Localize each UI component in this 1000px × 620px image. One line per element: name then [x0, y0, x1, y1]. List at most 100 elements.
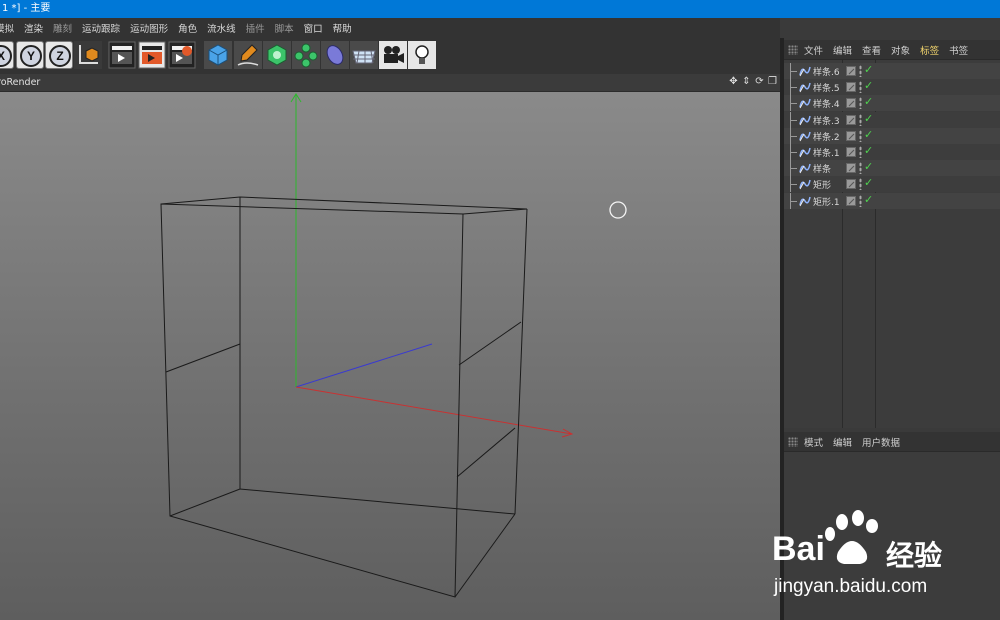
- enabled-check-icon[interactable]: ✓: [864, 193, 873, 206]
- enabled-check-icon[interactable]: ✓: [864, 95, 873, 108]
- object-name: 样条.2: [813, 132, 840, 143]
- visibility-dots-icon[interactable]: [859, 129, 862, 142]
- tab-view[interactable]: 查看: [862, 43, 881, 57]
- enabled-check-icon[interactable]: ✓: [864, 176, 873, 189]
- cursor-circle-icon: [609, 201, 627, 219]
- layer-flag-icon[interactable]: [846, 98, 856, 109]
- watermark-brand-right: 经验: [886, 540, 943, 571]
- visibility-dots-icon[interactable]: [859, 81, 862, 94]
- attribute-manager-tabs: 模式 编辑 用户数据: [784, 432, 1000, 452]
- render-view-icon[interactable]: [108, 41, 136, 69]
- tab-tags[interactable]: 标签: [920, 43, 939, 57]
- spline-icon: [799, 66, 811, 77]
- window-title: 1 *] - 主要: [2, 3, 51, 14]
- cube-icon[interactable]: [204, 41, 232, 69]
- cloner-icon[interactable]: [292, 41, 320, 69]
- visibility-dots-icon[interactable]: [859, 65, 862, 77]
- object-name: 样条.5: [813, 84, 840, 95]
- spline-icon: [799, 83, 811, 93]
- object-row[interactable]: 矩形.1 ✓: [784, 192, 1000, 209]
- visibility-dots-icon[interactable]: [859, 146, 862, 158]
- enabled-check-icon[interactable]: ✓: [864, 128, 873, 141]
- layer-flag-icon[interactable]: [846, 179, 856, 190]
- panel-grip-icon[interactable]: [788, 436, 798, 447]
- y-axis-label: Y: [20, 45, 42, 67]
- x-axis-lock-icon[interactable]: X: [0, 41, 14, 69]
- baidu-watermark: Bai 经验 jingyan.baidu.com: [768, 508, 1000, 620]
- object-row[interactable]: 样条.6 ✓: [784, 63, 1000, 79]
- menu-item-sculpt[interactable]: 雕刻: [53, 21, 72, 35]
- enabled-check-icon[interactable]: ✓: [864, 144, 873, 157]
- x-axis-line: [295, 386, 573, 435]
- spline-icon: [799, 196, 811, 206]
- tab-attr-edit[interactable]: 编辑: [833, 435, 852, 449]
- camera-icon[interactable]: [379, 41, 407, 69]
- layer-flag-icon[interactable]: [846, 195, 856, 206]
- z-axis-lock-icon[interactable]: Z: [45, 41, 73, 69]
- floor-grid-icon[interactable]: [350, 41, 378, 69]
- z-axis-line: [295, 343, 433, 388]
- menu-item-script[interactable]: 脚本: [275, 21, 294, 35]
- object-row[interactable]: 样条.5 ✓: [784, 79, 1000, 96]
- visibility-dots-icon[interactable]: [859, 97, 862, 110]
- viewport-3d[interactable]: [0, 92, 780, 620]
- layer-flag-icon[interactable]: [846, 130, 856, 141]
- object-row[interactable]: 样条.2 ✓: [784, 127, 1000, 144]
- visibility-dots-icon[interactable]: [859, 178, 862, 191]
- spline-icon: [799, 180, 811, 190]
- y-axis-lock-icon[interactable]: Y: [16, 41, 44, 69]
- coordinate-system-icon[interactable]: [74, 41, 102, 69]
- tab-user-data[interactable]: 用户数据: [862, 435, 900, 449]
- visibility-dots-icon[interactable]: [859, 113, 862, 126]
- menu-item-pipeline[interactable]: 流水线: [207, 21, 236, 35]
- move-view-icon[interactable]: ✥: [728, 76, 739, 87]
- spline-icon: [799, 164, 811, 174]
- main-toolbar: X Y Z: [0, 38, 780, 74]
- menu-item-character[interactable]: 角色: [178, 21, 197, 35]
- panel-grip-icon[interactable]: [788, 44, 798, 55]
- tab-bookmarks[interactable]: 书签: [949, 43, 968, 57]
- watermark-url: jingyan.baidu.com: [774, 576, 928, 597]
- visibility-dots-icon[interactable]: [859, 162, 862, 175]
- visibility-dots-icon[interactable]: [859, 194, 862, 207]
- layer-flag-icon[interactable]: [846, 163, 856, 174]
- tab-edit[interactable]: 编辑: [833, 43, 852, 57]
- menu-item-plugins[interactable]: 插件: [246, 21, 265, 35]
- tab-mode[interactable]: 模式: [804, 435, 823, 449]
- scale-view-icon[interactable]: ⇕: [741, 76, 752, 87]
- subdivision-icon[interactable]: [263, 41, 291, 69]
- object-name: 样条.1: [813, 149, 840, 159]
- maximize-view-icon[interactable]: ❐: [767, 76, 778, 87]
- wireframe-splines: [160, 196, 528, 598]
- menu-item-motion-tracking[interactable]: 运动跟踪: [82, 21, 120, 35]
- layer-flag-icon[interactable]: [846, 82, 856, 93]
- rotate-view-icon[interactable]: ⟳: [754, 76, 765, 87]
- render-picture-viewer-icon[interactable]: [138, 41, 166, 69]
- menu-item-window[interactable]: 窗口: [304, 21, 323, 35]
- enabled-check-icon[interactable]: ✓: [864, 79, 873, 92]
- tab-file[interactable]: 文件: [804, 43, 823, 57]
- object-row[interactable]: 样条.3 ✓: [784, 111, 1000, 128]
- deformer-icon[interactable]: [321, 41, 349, 69]
- enabled-check-icon[interactable]: ✓: [864, 63, 873, 76]
- layer-flag-icon[interactable]: [846, 147, 856, 157]
- enabled-check-icon[interactable]: ✓: [864, 160, 873, 173]
- light-icon[interactable]: [408, 41, 436, 69]
- pen-spline-icon[interactable]: [234, 41, 262, 69]
- menu-item-mograph[interactable]: 运动图形: [130, 21, 168, 35]
- object-row[interactable]: 样条.4 ✓: [784, 95, 1000, 112]
- layer-flag-icon[interactable]: [846, 114, 856, 125]
- tab-objects[interactable]: 对象: [891, 43, 910, 57]
- object-row[interactable]: 矩形 ✓: [784, 176, 1000, 193]
- menu-item-render[interactable]: 渲染: [24, 21, 43, 35]
- object-name: 矩形.1: [813, 197, 840, 208]
- menu-item-help[interactable]: 帮助: [333, 21, 352, 35]
- layer-flag-icon[interactable]: [846, 66, 856, 76]
- menu-item-simulate[interactable]: 模拟: [0, 21, 14, 35]
- enabled-check-icon[interactable]: ✓: [864, 112, 873, 125]
- spline-icon: [799, 99, 811, 109]
- object-row[interactable]: 样条.1 ✓: [784, 144, 1000, 160]
- render-settings-icon[interactable]: [168, 41, 196, 69]
- object-row[interactable]: 样条 ✓: [784, 160, 1000, 177]
- object-name: 矩形: [813, 181, 832, 192]
